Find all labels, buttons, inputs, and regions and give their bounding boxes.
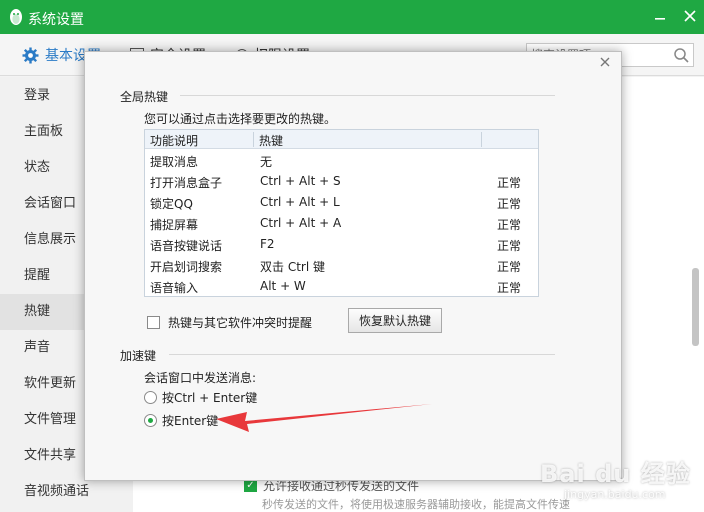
baidu-jingyan-watermark: Bai du 经验 jingyan.baidu.com xyxy=(540,454,700,508)
content-scrollbar-thumb[interactable] xyxy=(692,268,699,346)
row-hotkey: Alt + W xyxy=(260,279,306,293)
close-icon xyxy=(600,57,610,67)
column-separator xyxy=(481,132,482,147)
global-hotkeys-section-title: 全局热键 xyxy=(120,90,169,104)
row-hotkey: F2 xyxy=(260,237,275,251)
column-separator xyxy=(253,132,254,147)
search-icon[interactable] xyxy=(673,47,689,63)
restore-default-hotkeys-button[interactable]: 恢复默认热键 xyxy=(348,308,442,333)
row-status: 正常 xyxy=(497,176,522,190)
checkbox-square[interactable] xyxy=(147,316,160,329)
column-header-hotkey: 热键 xyxy=(259,134,284,148)
table-row[interactable]: 语音按键说话 F2 正常 xyxy=(145,234,538,255)
row-function: 锁定QQ xyxy=(150,197,193,211)
table-row[interactable]: 开启划词搜索 双击 Ctrl 键 正常 xyxy=(145,255,538,276)
send-message-question: 会话窗口中发送消息: xyxy=(144,371,257,385)
title-bar: 系统设置 xyxy=(0,0,704,34)
watermark-url: jingyan.baidu.com xyxy=(564,488,666,501)
hotkey-settings-dialog: 全局热键 您可以通过点击选择要更改的热键。 功能说明 热键 提取消息 无 打开消… xyxy=(84,51,622,481)
hotkey-table-header: 功能说明 热键 xyxy=(145,130,538,149)
row-function: 语音输入 xyxy=(150,281,199,295)
row-hotkey: 无 xyxy=(260,155,273,169)
row-hotkey: Ctrl + Alt + A xyxy=(260,216,342,230)
window-title: 系统设置 xyxy=(28,12,84,28)
radio-ctrl-enter[interactable]: 按Ctrl + Enter键 xyxy=(144,389,257,406)
minimize-icon xyxy=(655,18,665,20)
dialog-close-button[interactable] xyxy=(597,54,613,70)
row-status: 正常 xyxy=(497,239,522,253)
radio-enter[interactable]: 按Enter键 xyxy=(144,412,218,429)
section-divider xyxy=(180,95,555,96)
section-divider xyxy=(169,354,555,355)
hotkey-conflict-label: 热键与其它软件冲突时提醒 xyxy=(168,316,313,330)
column-header-function: 功能说明 xyxy=(150,134,199,148)
qq-penguin-icon xyxy=(10,9,22,25)
table-row[interactable]: 语音输入 Alt + W 正常 xyxy=(145,276,538,297)
accelerator-section-title: 加速键 xyxy=(120,349,157,363)
row-status: 正常 xyxy=(497,218,522,232)
row-hotkey: Ctrl + Alt + S xyxy=(260,174,341,188)
radio-ctrl-enter-label: 按Ctrl + Enter键 xyxy=(162,391,258,405)
row-function: 打开消息盒子 xyxy=(150,176,223,190)
close-icon xyxy=(684,10,696,22)
gear-icon xyxy=(22,47,39,63)
row-function: 语音按键说话 xyxy=(150,239,223,253)
row-hotkey: 双击 Ctrl 键 xyxy=(260,260,325,274)
close-button[interactable] xyxy=(680,7,700,27)
row-function: 提取消息 xyxy=(150,155,199,169)
table-row[interactable]: 提取消息 无 xyxy=(145,150,538,171)
row-status: 正常 xyxy=(497,260,522,274)
radio-enter-label: 按Enter键 xyxy=(162,414,219,428)
table-row[interactable]: 捕捉屏幕 Ctrl + Alt + A 正常 xyxy=(145,213,538,234)
hotkey-conflict-checkbox[interactable]: 热键与其它软件冲突时提醒 xyxy=(147,314,312,331)
row-status: 正常 xyxy=(497,197,522,211)
row-function: 捕捉屏幕 xyxy=(150,218,199,232)
row-hotkey: Ctrl + Alt + L xyxy=(260,195,340,209)
hotkey-table: 功能说明 热键 提取消息 无 打开消息盒子 Ctrl + Alt + S 正常 … xyxy=(144,129,539,297)
row-function: 开启划词搜索 xyxy=(150,260,223,274)
fast-transfer-description: 秒传发送的文件，将使用极速服务器辅助接收，能提高文件传速 xyxy=(262,498,570,511)
radio-button-checked[interactable] xyxy=(144,414,157,427)
watermark-logo: Bai du 经验 xyxy=(540,460,691,488)
radio-button-unchecked[interactable] xyxy=(144,391,157,404)
table-row[interactable]: 打开消息盒子 Ctrl + Alt + S 正常 xyxy=(145,171,538,192)
row-status: 正常 xyxy=(497,281,522,295)
table-row[interactable]: 锁定QQ Ctrl + Alt + L 正常 xyxy=(145,192,538,213)
hotkey-hint-text: 您可以通过点击选择要更改的热键。 xyxy=(144,112,337,126)
minimize-button[interactable] xyxy=(650,7,670,27)
